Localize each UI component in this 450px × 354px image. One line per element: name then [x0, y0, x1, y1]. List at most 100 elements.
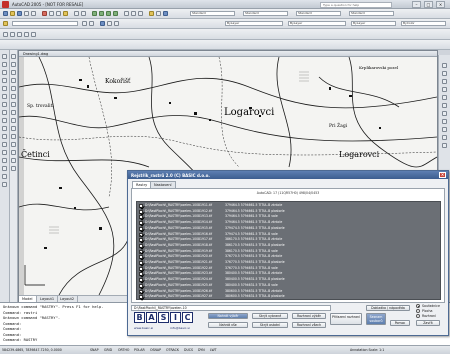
raster-file-checkbox[interactable] [139, 295, 143, 300]
email-link[interactable]: info@basic.si [170, 326, 190, 330]
construction-line-icon[interactable] [2, 62, 7, 67]
erase-icon[interactable] [11, 54, 16, 59]
properties-icon[interactable] [124, 11, 129, 16]
make-current-icon[interactable] [82, 21, 87, 26]
raster-file-checkbox[interactable] [139, 215, 143, 220]
linetype-select[interactable]: ByLayer [288, 21, 346, 26]
copy-icon[interactable] [49, 11, 54, 16]
snap-toggle[interactable]: SNAP [90, 348, 99, 352]
annotation-scale[interactable]: Annotation Scale: 1:1 [350, 348, 384, 352]
leader-icon[interactable] [31, 32, 36, 37]
plot-style-select[interactable]: ByColor [401, 21, 446, 26]
raster-file-checkbox[interactable] [139, 261, 143, 265]
angular-dimension-icon[interactable] [24, 32, 29, 37]
lineweight-select[interactable]: ByLayer [351, 21, 396, 26]
trim-icon[interactable] [11, 126, 16, 131]
polygon-icon[interactable] [2, 78, 7, 83]
point-icon[interactable] [2, 150, 7, 155]
interface-selection-button[interactable]: Rozhraní výběr [292, 313, 326, 319]
perpendicular-snap-icon[interactable] [442, 119, 447, 124]
table-icon[interactable] [2, 174, 7, 179]
center-snap-icon[interactable] [442, 95, 447, 100]
orbit-icon[interactable] [114, 21, 119, 26]
raster-file-checkbox[interactable] [139, 204, 143, 208]
intersection-snap-icon[interactable] [442, 87, 447, 92]
hide-selected-button[interactable]: Skrýt vybrané [252, 313, 288, 319]
tab-rastry[interactable]: Rastry [132, 181, 152, 188]
hide-others-button[interactable]: Skrýt ostatní [252, 322, 288, 328]
zoom-realtime-icon[interactable] [99, 11, 104, 16]
raster-file-checkbox[interactable] [139, 221, 143, 226]
dyn-toggle[interactable]: DYN [198, 348, 205, 352]
extend-icon[interactable] [11, 134, 16, 139]
paste-icon[interactable] [56, 11, 61, 16]
tab-nastaveni[interactable]: Nastavení [150, 181, 176, 188]
raster-file-checkbox[interactable] [139, 209, 143, 214]
load-selected-button[interactable]: Nahrát výběr [208, 313, 248, 319]
grid-toggle[interactable]: GRID [104, 348, 112, 352]
nearest-snap-icon[interactable] [442, 127, 447, 132]
pan-icon[interactable] [92, 11, 97, 16]
polyline-icon[interactable] [2, 70, 7, 75]
raster-file-checkbox[interactable] [139, 289, 143, 294]
otrack-toggle[interactable]: OTRACK [166, 348, 179, 352]
open-icon[interactable] [10, 11, 15, 16]
command-prompt[interactable]: Command: RASTRY [3, 337, 37, 342]
file-list-button[interactable]: Seznam souborů [366, 313, 386, 325]
linear-dimension-icon[interactable] [3, 32, 8, 37]
snap-settings-icon[interactable] [442, 143, 447, 148]
mtext-icon[interactable] [2, 182, 7, 187]
radio-area-indicator[interactable] [416, 309, 420, 313]
dialog-title-bar[interactable]: Rejstřík_rastrů 2.0 (C) BASIC d.o.o. × [128, 171, 448, 179]
dialog-close-button[interactable]: × [439, 172, 446, 178]
lwt-toggle[interactable]: LWT [210, 348, 217, 352]
endpoint-snap-icon[interactable] [442, 71, 447, 76]
raster-file-checkbox[interactable] [139, 255, 143, 260]
chamfer-icon[interactable] [11, 150, 16, 155]
insert-block-icon[interactable] [2, 134, 7, 139]
ellipse-icon[interactable] [2, 126, 7, 131]
raster-file-checkbox[interactable] [139, 266, 143, 271]
array-icon[interactable] [11, 86, 16, 91]
cut-icon[interactable] [42, 11, 47, 16]
save-icon[interactable] [17, 11, 22, 16]
revision-cloud-icon[interactable] [2, 110, 7, 115]
scale-icon[interactable] [11, 110, 16, 115]
break-icon[interactable] [11, 142, 16, 147]
zoom-previous-icon[interactable] [113, 11, 118, 16]
text-style-select[interactable]: Standard [190, 11, 235, 16]
close-dialog-button[interactable]: Zavřít [416, 320, 440, 326]
radius-dimension-icon[interactable] [17, 32, 22, 37]
region-icon[interactable] [2, 166, 7, 171]
line-icon[interactable] [2, 54, 7, 59]
help-button[interactable]: Pomoc [390, 320, 410, 326]
raster-file-checkbox[interactable] [139, 232, 143, 237]
explode-icon[interactable] [11, 166, 16, 171]
close-button[interactable]: × [436, 1, 445, 8]
layer-select[interactable] [12, 21, 78, 26]
arc-icon[interactable] [2, 94, 7, 99]
markup-icon[interactable] [149, 11, 154, 16]
raster-file-checkbox[interactable] [139, 272, 143, 277]
tool-palettes-icon[interactable] [138, 11, 143, 16]
raster-file-list[interactable]: D:\RastPlochi\_RASTRY\ozelen-10081911.ti… [136, 201, 441, 300]
fillet-icon[interactable] [11, 158, 16, 163]
make-block-icon[interactable] [2, 142, 7, 147]
help-search-input[interactable]: Type a question for help [320, 2, 392, 8]
circle-icon[interactable] [2, 102, 7, 107]
spline-icon[interactable] [2, 118, 7, 123]
layer-previous-icon[interactable] [89, 21, 94, 26]
raster-file-checkbox[interactable] [139, 243, 143, 248]
hatch-icon[interactable] [2, 158, 7, 163]
object-snap-icon[interactable] [442, 63, 447, 68]
raster-path-input[interactable]: D:\RastPlochi\_RASTRY\ozelen-10 [131, 305, 331, 311]
zoom-extents-icon[interactable] [100, 21, 105, 26]
ducs-toggle[interactable]: DUCS [184, 348, 193, 352]
load-all-button[interactable]: Nahrát vše [208, 322, 248, 328]
raster-file-checkbox[interactable] [139, 278, 143, 283]
ortho-toggle[interactable]: ORTHO [118, 348, 129, 352]
move-icon[interactable] [11, 94, 16, 99]
radio-interface-indicator[interactable] [416, 314, 420, 318]
offset-icon[interactable] [11, 78, 16, 83]
copy-object-icon[interactable] [11, 62, 16, 67]
